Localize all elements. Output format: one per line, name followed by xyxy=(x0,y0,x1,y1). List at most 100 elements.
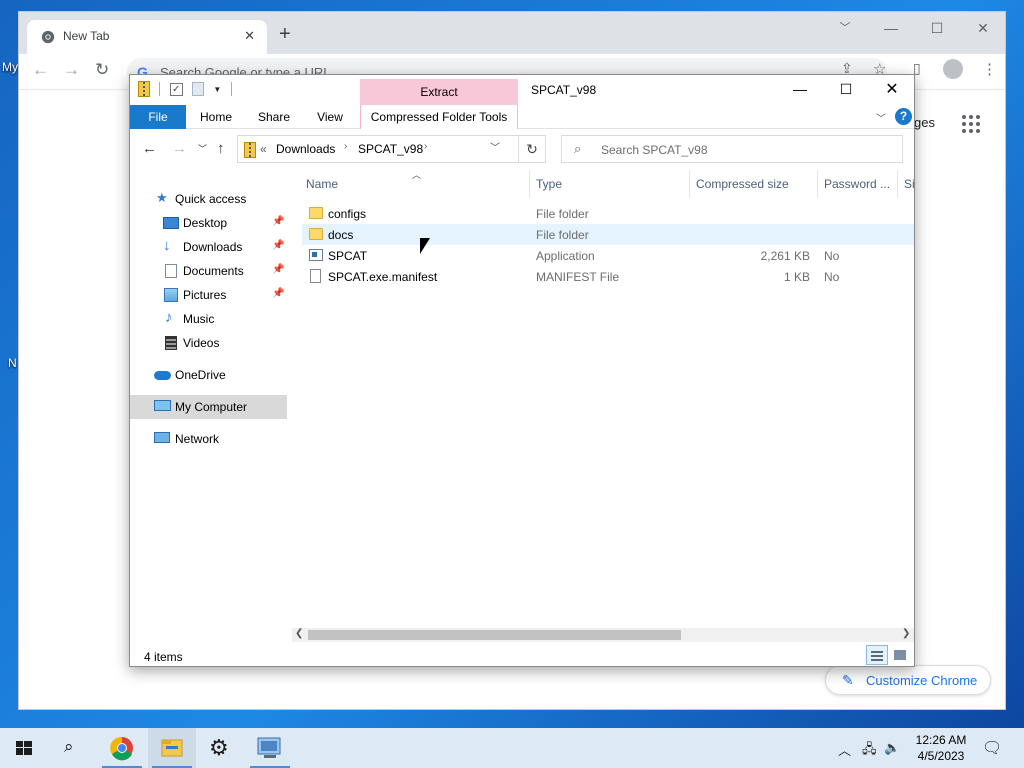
zip-folder-icon xyxy=(138,81,150,97)
breadcrumb-chevron-icon[interactable]: › xyxy=(344,141,347,152)
breadcrumb-downloads[interactable]: Downloads xyxy=(276,142,335,156)
settings-taskbar-button[interactable]: ⚙ xyxy=(197,728,245,768)
new-folder-icon[interactable] xyxy=(192,82,205,96)
pin-icon[interactable]: 📌 xyxy=(272,288,284,299)
close-window-icon[interactable]: ✕ xyxy=(960,16,1006,44)
pin-icon[interactable]: 📌 xyxy=(272,216,284,227)
network-status-icon[interactable]: 🖧 xyxy=(862,740,877,762)
reload-icon[interactable]: ↻ xyxy=(95,60,109,80)
scrollbar-thumb[interactable] xyxy=(308,630,681,640)
start-button[interactable] xyxy=(0,728,48,768)
column-header-name[interactable]: Name xyxy=(302,171,530,197)
show-hidden-icons-chevron-icon[interactable]: ︿ xyxy=(838,740,851,759)
column-header-size[interactable]: Si xyxy=(900,171,914,197)
horizontal-scrollbar[interactable]: ❮ ❯ xyxy=(292,628,914,642)
tab-search-chevron-icon[interactable]: ﹀ xyxy=(822,16,868,44)
explorer-title-bar: ✓ ▼ Extract SPCAT_v98 — ☐ ✕ xyxy=(130,75,915,106)
cloud-icon xyxy=(154,371,171,380)
file-password: No xyxy=(824,270,840,284)
help-icon[interactable]: ? xyxy=(895,108,912,125)
sidebar-item-network[interactable]: Network xyxy=(130,427,287,451)
address-history-dropdown-icon[interactable]: ﹀ xyxy=(490,139,500,154)
forward-icon[interactable]: → xyxy=(172,140,187,157)
search-placeholder: Search SPCAT_v98 xyxy=(601,143,708,157)
up-arrow-icon[interactable]: ↑ xyxy=(217,140,225,157)
maximize-icon[interactable]: ☐ xyxy=(914,16,960,44)
breadcrumb-spcat[interactable]: SPCAT_v98 xyxy=(358,142,423,156)
item-count: 4 items xyxy=(144,650,183,664)
search-button[interactable]: ⌕ xyxy=(48,728,96,768)
tab-home[interactable]: Home xyxy=(192,105,240,129)
sidebar-item-quick-access[interactable]: ★ Quick access xyxy=(130,187,287,211)
music-note-icon: ♪ xyxy=(165,309,173,326)
refresh-icon[interactable]: ↻ xyxy=(519,135,546,163)
column-header-compressed-size[interactable]: Compressed size xyxy=(692,171,818,197)
navigation-pane: ★ Quick access Desktop 📌 ↓ Downloads 📌 D… xyxy=(130,171,290,641)
clock[interactable]: 12:26 AM 4/5/2023 xyxy=(906,732,976,764)
file-row-manifest[interactable]: SPCAT.exe.manifest MANIFEST File 1 KB No xyxy=(302,266,914,287)
file-row-docs[interactable]: docs File folder xyxy=(302,224,914,245)
file-explorer-taskbar-button[interactable] xyxy=(148,728,196,768)
pin-icon[interactable]: 📌 xyxy=(272,264,284,275)
folder-icon xyxy=(309,228,323,240)
details-view-icon[interactable] xyxy=(866,645,888,665)
desktop-icon xyxy=(163,217,179,229)
chrome-taskbar-button[interactable] xyxy=(98,728,146,768)
new-tab-plus-icon[interactable]: + xyxy=(279,24,291,44)
maximize-icon[interactable]: ☐ xyxy=(823,75,869,105)
customize-chrome-button[interactable]: ✎ Customize Chrome xyxy=(825,665,991,695)
large-icons-view-icon[interactable] xyxy=(889,645,911,665)
sidebar-item-downloads[interactable]: ↓ Downloads 📌 xyxy=(130,235,287,259)
notifications-icon[interactable]: 🗨 xyxy=(982,738,1002,758)
google-apps-grid-icon[interactable] xyxy=(962,115,980,133)
sidebar-item-onedrive[interactable]: OneDrive xyxy=(130,363,287,387)
desktop-icon-label[interactable]: N xyxy=(8,356,17,370)
sidebar-item-my-computer[interactable]: My Computer xyxy=(130,395,287,419)
sidebar-item-music[interactable]: ♪ Music xyxy=(130,307,287,331)
file-row-spcat[interactable]: SPCAT Application 2,261 KB No xyxy=(302,245,914,266)
sidebar-item-label: Quick access xyxy=(175,192,247,206)
profile-avatar-icon[interactable] xyxy=(943,59,963,79)
extract-context-group[interactable]: Extract xyxy=(360,79,518,106)
column-header-type[interactable]: Type xyxy=(532,171,690,197)
sidebar-item-pictures[interactable]: Pictures 📌 xyxy=(130,283,287,307)
tab-compressed-folder-tools[interactable]: Compressed Folder Tools xyxy=(360,105,518,129)
ntp-images-link[interactable]: ges xyxy=(914,115,935,130)
sidebar-item-videos[interactable]: Videos xyxy=(130,331,287,355)
properties-check-icon[interactable]: ✓ xyxy=(169,82,183,96)
expand-ribbon-chevron-icon[interactable]: ﹀ xyxy=(876,110,886,125)
scroll-right-arrow-icon[interactable]: ❯ xyxy=(902,628,910,639)
forward-icon[interactable]: → xyxy=(63,60,80,80)
recent-locations-chevron-icon[interactable]: ﹀ xyxy=(198,142,207,155)
search-icon: ⌕ xyxy=(64,737,74,756)
column-header-password[interactable]: Password ... xyxy=(820,171,898,197)
volume-icon[interactable]: 🔈 xyxy=(884,740,900,756)
tab-file[interactable]: File xyxy=(130,105,186,129)
minimize-icon[interactable]: — xyxy=(868,16,914,44)
close-window-icon[interactable]: ✕ xyxy=(869,75,915,105)
sidebar-item-documents[interactable]: Documents 📌 xyxy=(130,259,287,283)
breadcrumb-chevron-icon[interactable]: › xyxy=(424,141,427,152)
address-overflow[interactable]: « xyxy=(260,142,267,156)
file-icon xyxy=(310,269,321,283)
chrome-tab-new-tab[interactable]: New Tab ✕ xyxy=(27,20,267,54)
sidebar-item-label: OneDrive xyxy=(175,368,226,382)
search-input[interactable]: ⌕ Search SPCAT_v98 xyxy=(561,135,903,163)
close-tab-icon[interactable]: ✕ xyxy=(244,28,255,44)
network-taskbar-button[interactable] xyxy=(246,728,294,768)
address-bar[interactable]: « Downloads › SPCAT_v98 › xyxy=(237,135,519,163)
file-row-configs[interactable]: configs File folder xyxy=(302,203,914,224)
tab-view[interactable]: View xyxy=(306,105,354,129)
pencil-icon: ✎ xyxy=(842,672,854,688)
desktop-icon-label[interactable]: My xyxy=(2,60,18,74)
back-icon[interactable]: ← xyxy=(32,60,49,80)
pin-icon[interactable]: 📌 xyxy=(272,240,284,251)
more-menu-icon[interactable]: ⋮ xyxy=(982,60,997,78)
scroll-left-arrow-icon[interactable]: ❮ xyxy=(295,628,303,639)
minimize-icon[interactable]: — xyxy=(777,75,823,105)
tab-share[interactable]: Share xyxy=(250,105,298,129)
back-icon[interactable]: ← xyxy=(142,140,157,157)
customize-toolbar-dropdown-icon[interactable]: ▼ xyxy=(213,85,221,94)
sidebar-item-desktop[interactable]: Desktop 📌 xyxy=(130,211,287,235)
network-computer-icon xyxy=(257,737,281,758)
